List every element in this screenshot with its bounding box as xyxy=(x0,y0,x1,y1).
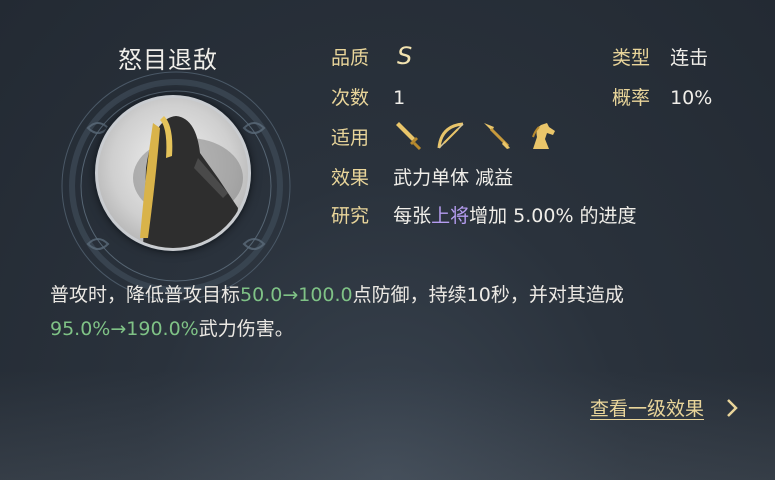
applies-label: 适用 xyxy=(331,127,370,149)
quality-row: 品质 xyxy=(331,44,369,72)
type-value: 连击 xyxy=(670,47,709,69)
effect-row: 效果 武力单体 减益 xyxy=(331,164,513,192)
type-row: 类型 连击 xyxy=(612,44,708,72)
description-part-1: 普攻时，降低普攻目标 xyxy=(50,284,241,306)
rate-value: 10% xyxy=(670,87,713,109)
applies-row: 适用 xyxy=(331,124,369,152)
horse-icon xyxy=(532,123,555,149)
effect-value: 武力单体 减益 xyxy=(393,167,514,189)
chevron-right-icon[interactable] xyxy=(723,396,741,420)
quality-grade: S xyxy=(397,42,413,70)
research-row: 研究 每张上将增加 5.00% 的进度 xyxy=(331,202,637,230)
research-label: 研究 xyxy=(331,205,370,227)
count-value: 1 xyxy=(393,87,406,109)
sword-icon xyxy=(396,122,422,151)
description-part-3: 武力伤害。 xyxy=(198,318,294,340)
type-label: 类型 xyxy=(612,47,651,69)
defense-reduction-value: 50.0→100.0 xyxy=(240,284,353,306)
description-part-2: 点防御，持续10秒，并对其造成 xyxy=(352,284,624,306)
background-mist xyxy=(0,370,775,480)
rate-row: 概率 10% xyxy=(612,84,712,112)
bow-icon xyxy=(437,122,464,149)
research-prefix: 每张 xyxy=(393,205,432,227)
quality-label: 品质 xyxy=(331,47,370,69)
rate-label: 概率 xyxy=(612,87,651,109)
view-level1-effect-link[interactable]: 查看一级效果 xyxy=(590,394,704,421)
count-row: 次数 1 xyxy=(331,84,405,112)
count-label: 次数 xyxy=(331,87,370,109)
skill-description: 普攻时，降低普攻目标50.0→100.0点防御，持续10秒，并对其造成 95.0%… xyxy=(50,278,740,346)
research-suffix: 增加 5.00% 的进度 xyxy=(469,205,637,227)
damage-value: 95.0%→190.0% xyxy=(50,318,199,340)
effect-label: 效果 xyxy=(331,167,370,189)
research-highlight: 上将 xyxy=(431,205,470,227)
general-portrait xyxy=(95,95,251,251)
spear-icon xyxy=(484,123,510,149)
